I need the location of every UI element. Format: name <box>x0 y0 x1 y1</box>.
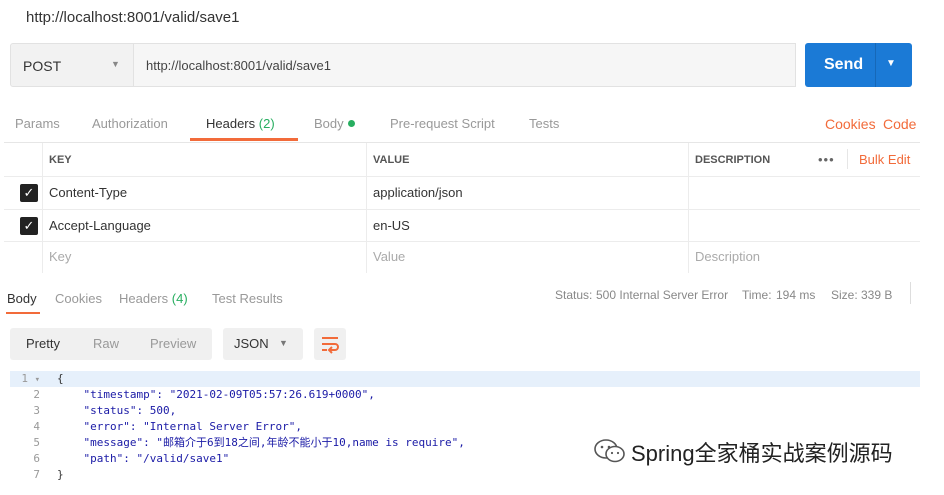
checkbox-checked-icon[interactable]: ✓ <box>20 217 38 235</box>
code-line: 1 ▾ { <box>10 371 920 387</box>
response-tabs: Body Cookies Headers (4) Test Results St… <box>0 280 944 314</box>
fold-arrow-icon[interactable]: ▾ <box>35 375 40 385</box>
line-number: 7 <box>33 468 40 481</box>
chevron-down-icon: ▼ <box>111 59 120 69</box>
line-number: 4 <box>33 420 40 433</box>
status-value[interactable]: 500 Internal Server Error <box>596 288 728 302</box>
code-text: "error": "Internal Server Error", <box>57 420 303 433</box>
format-select[interactable]: JSON ▼ <box>223 328 303 360</box>
line-number: 2 <box>33 388 40 401</box>
column-header-key: KEY <box>49 154 72 166</box>
column-header-description: DESCRIPTION <box>695 154 771 166</box>
time-value[interactable]: 194 ms <box>776 288 815 302</box>
active-tab-underline <box>6 312 40 314</box>
header-value[interactable]: en-US <box>373 218 410 233</box>
more-options-icon[interactable]: ••• <box>818 152 835 167</box>
line-number: 5 <box>33 436 40 449</box>
line-number: 1 ▾ <box>21 372 40 385</box>
key-input[interactable]: Key <box>49 249 71 264</box>
tab-authorization[interactable]: Authorization <box>92 116 168 131</box>
code-line: 3 "status": 500, <box>10 403 920 419</box>
tab-headers-label: Headers <box>206 116 256 131</box>
tab-headers-count: (2) <box>258 116 275 131</box>
method-label: POST <box>23 58 62 74</box>
code-text: "path": "/valid/save1" <box>57 452 230 465</box>
header-description[interactable] <box>688 177 920 209</box>
bulk-edit-link[interactable]: Bulk Edit <box>859 152 910 167</box>
column-header-value: VALUE <box>373 154 410 166</box>
header-value[interactable]: application/json <box>373 185 463 200</box>
code-text: { <box>57 372 64 385</box>
size-value[interactable]: 339 B <box>861 288 892 302</box>
tab-tests[interactable]: Tests <box>529 116 559 131</box>
chevron-down-icon: ▼ <box>279 338 288 348</box>
watermark: Spring全家桶实战案例源码 <box>593 436 893 470</box>
code-line: 2 "timestamp": "2021-02-09T05:57:26.619+… <box>10 387 920 403</box>
url-input[interactable]: http://localhost:8001/valid/save1 <box>134 43 796 87</box>
code-text: "status": 500, <box>57 404 177 417</box>
view-preview-button[interactable]: Preview <box>150 336 196 351</box>
tab-pre-request-script[interactable]: Pre-request Script <box>390 116 495 131</box>
tab-body-label: Body <box>314 116 344 131</box>
view-mode-group: Pretty Raw Preview <box>10 328 212 360</box>
line-number: 3 <box>33 404 40 417</box>
url-bar: POST ▼ http://localhost:8001/valid/save1… <box>10 43 930 87</box>
header-key[interactable]: Content-Type <box>49 185 127 200</box>
code-line: 4 "error": "Internal Server Error", <box>10 419 920 435</box>
tab-response-headers-label: Headers <box>119 291 169 306</box>
time-label: Time: <box>742 288 772 302</box>
method-select[interactable]: POST ▼ <box>10 43 134 87</box>
headers-table: KEY VALUE DESCRIPTION ••• Bulk Edit ✓ Co… <box>4 142 920 273</box>
wrap-lines-icon <box>322 337 339 354</box>
view-raw-button[interactable]: Raw <box>93 336 119 351</box>
divider <box>910 282 911 304</box>
watermark-text: Spring全家桶实战案例源码 <box>631 441 893 466</box>
request-tabs: Params Authorization Headers (2) Body Pr… <box>0 108 944 142</box>
request-title: http://localhost:8001/valid/save1 <box>26 9 240 26</box>
table-row: ✓ Accept-Language en-US <box>4 210 920 242</box>
code-link[interactable]: Code <box>883 116 916 132</box>
line-number: 6 <box>33 452 40 465</box>
headers-table-head: KEY VALUE DESCRIPTION ••• Bulk Edit <box>4 143 920 177</box>
code-text: } <box>57 468 64 481</box>
wrap-lines-button[interactable] <box>314 328 346 360</box>
table-row-new: Key Value Description <box>4 242 920 273</box>
tab-body[interactable]: Body <box>314 116 355 131</box>
status-label: Status: <box>555 288 593 302</box>
value-input[interactable]: Value <box>373 249 405 264</box>
divider <box>847 149 848 169</box>
tab-test-results[interactable]: Test Results <box>212 291 283 306</box>
active-tab-underline <box>190 138 298 141</box>
view-pretty-button[interactable]: Pretty <box>26 336 60 351</box>
tab-response-headers[interactable]: Headers (4) <box>119 291 188 306</box>
header-key[interactable]: Accept-Language <box>49 218 151 233</box>
chevron-down-icon[interactable]: ▼ <box>886 58 896 69</box>
tab-response-cookies[interactable]: Cookies <box>55 291 102 306</box>
body-indicator-dot <box>347 120 355 127</box>
wechat-icon <box>593 438 627 470</box>
format-label: JSON <box>234 336 269 351</box>
send-divider <box>875 43 876 87</box>
code-text: "timestamp": "2021-02-09T05:57:26.619+00… <box>57 388 375 401</box>
tab-response-headers-count: (4) <box>171 291 188 306</box>
tab-params[interactable]: Params <box>15 116 60 131</box>
checkbox-checked-icon[interactable]: ✓ <box>20 184 38 202</box>
code-text: "message": "邮箱介于6到18之间,年龄不能小于10,name is … <box>57 436 465 449</box>
description-input[interactable]: Description <box>695 249 760 264</box>
tab-response-body[interactable]: Body <box>7 291 37 306</box>
size-label: Size: <box>831 288 858 302</box>
send-button[interactable]: Send ▼ <box>805 43 912 87</box>
header-description[interactable] <box>688 210 920 241</box>
send-label: Send <box>824 56 864 73</box>
cookies-link[interactable]: Cookies <box>825 116 876 132</box>
table-row: ✓ Content-Type application/json <box>4 177 920 210</box>
tab-headers[interactable]: Headers (2) <box>206 116 275 131</box>
